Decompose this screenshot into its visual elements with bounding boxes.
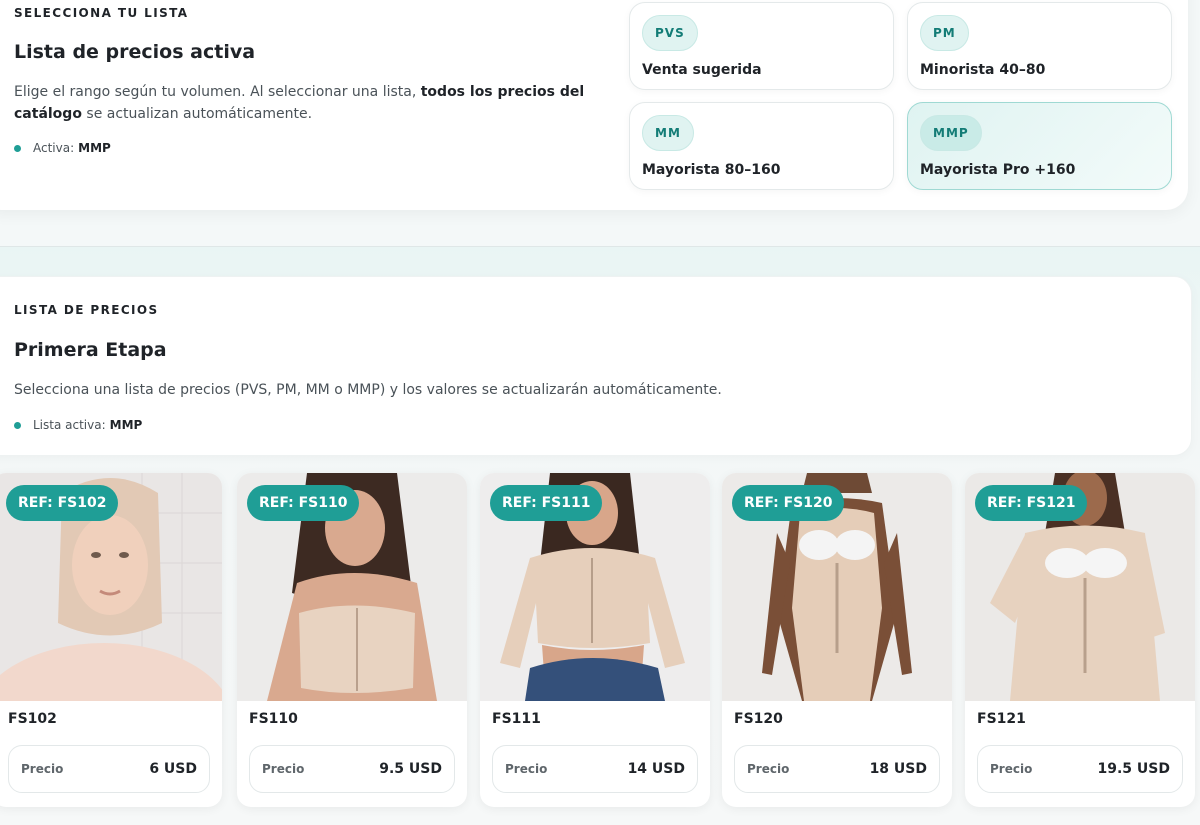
pricelist-active-status: Lista activa: MMP <box>14 418 142 432</box>
price-box: Precio 14 USD <box>492 745 698 793</box>
price-label: Precio <box>262 762 305 776</box>
price-value: 18 USD <box>869 761 927 777</box>
selector-eyebrow: SELECCIONA TU LISTA <box>14 6 189 20</box>
product-name: FS111 <box>492 711 541 727</box>
product-name: FS110 <box>249 711 298 727</box>
ref-badge: REF: FS121 <box>975 485 1088 521</box>
status-dot-icon <box>14 421 21 429</box>
price-option-code: PVS <box>642 15 698 51</box>
price-box: Precio 6 USD <box>8 745 210 793</box>
price-value: 14 USD <box>627 761 685 777</box>
price-box: Precio 18 USD <box>734 745 940 793</box>
price-option-pvs[interactable]: PVS Venta sugerida <box>629 2 894 90</box>
price-option-label: Venta sugerida <box>642 62 762 78</box>
price-option-code: PM <box>920 15 969 51</box>
status-label: Lista activa: <box>33 418 106 432</box>
product-card-fs120[interactable]: REF: FS120 FS120 Precio 18 USD <box>722 473 952 807</box>
ref-badge: REF: FS110 <box>247 485 360 521</box>
description-text-end: se actualizan automáticamente. <box>86 106 313 122</box>
price-option-code: MMP <box>920 115 982 151</box>
section-divider <box>0 246 1200 247</box>
ref-badge: REF: FS102 <box>6 485 119 521</box>
price-option-label: Mayorista 80–160 <box>642 162 781 178</box>
pricelist-description: Selecciona una lista de precios (PVS, PM… <box>14 382 722 398</box>
price-box: Precio 9.5 USD <box>249 745 455 793</box>
price-label: Precio <box>505 762 548 776</box>
active-list-status: Activa: MMP <box>14 141 111 155</box>
product-name: FS102 <box>8 711 57 727</box>
price-value: 6 USD <box>149 761 197 777</box>
price-box: Precio 19.5 USD <box>977 745 1183 793</box>
status-label: Activa: <box>33 141 75 155</box>
ref-badge: REF: FS111 <box>490 485 603 521</box>
price-option-mm[interactable]: MM Mayorista 80–160 <box>629 102 894 190</box>
status-value: MMP <box>109 418 143 432</box>
price-option-label: Minorista 40–80 <box>920 62 1046 78</box>
price-option-label: Mayorista Pro +160 <box>920 162 1076 178</box>
price-option-code: MM <box>642 115 694 151</box>
product-card-fs102[interactable]: REF: FS102 FS102 Precio 6 USD <box>0 473 222 807</box>
price-option-mmp[interactable]: MMP Mayorista Pro +160 <box>907 102 1172 190</box>
description-text: Elige el rango según tu volumen. Al sele… <box>14 84 417 100</box>
status-dot-icon <box>14 144 21 152</box>
price-value: 19.5 USD <box>1097 761 1171 777</box>
ref-badge: REF: FS120 <box>732 485 845 521</box>
product-card-fs111[interactable]: REF: FS111 FS111 Precio 14 USD <box>480 473 710 807</box>
price-value: 9.5 USD <box>379 761 442 777</box>
price-option-pm[interactable]: PM Minorista 40–80 <box>907 2 1172 90</box>
pricelist-eyebrow: LISTA DE PRECIOS <box>14 303 159 317</box>
product-name: FS121 <box>977 711 1026 727</box>
pricelist-info-panel <box>0 276 1192 456</box>
pricelist-title: Primera Etapa <box>14 339 167 361</box>
product-card-fs110[interactable]: REF: FS110 FS110 Precio 9.5 USD <box>237 473 467 807</box>
status-value: MMP <box>78 141 111 155</box>
product-name: FS120 <box>734 711 783 727</box>
selector-title: Lista de precios activa <box>14 41 256 63</box>
price-label: Precio <box>21 762 64 776</box>
price-label: Precio <box>747 762 790 776</box>
product-card-fs121[interactable]: REF: FS121 FS121 Precio 19.5 USD <box>965 473 1195 807</box>
price-label: Precio <box>990 762 1033 776</box>
selector-description: Elige el rango según tu volumen. Al sele… <box>14 81 614 125</box>
